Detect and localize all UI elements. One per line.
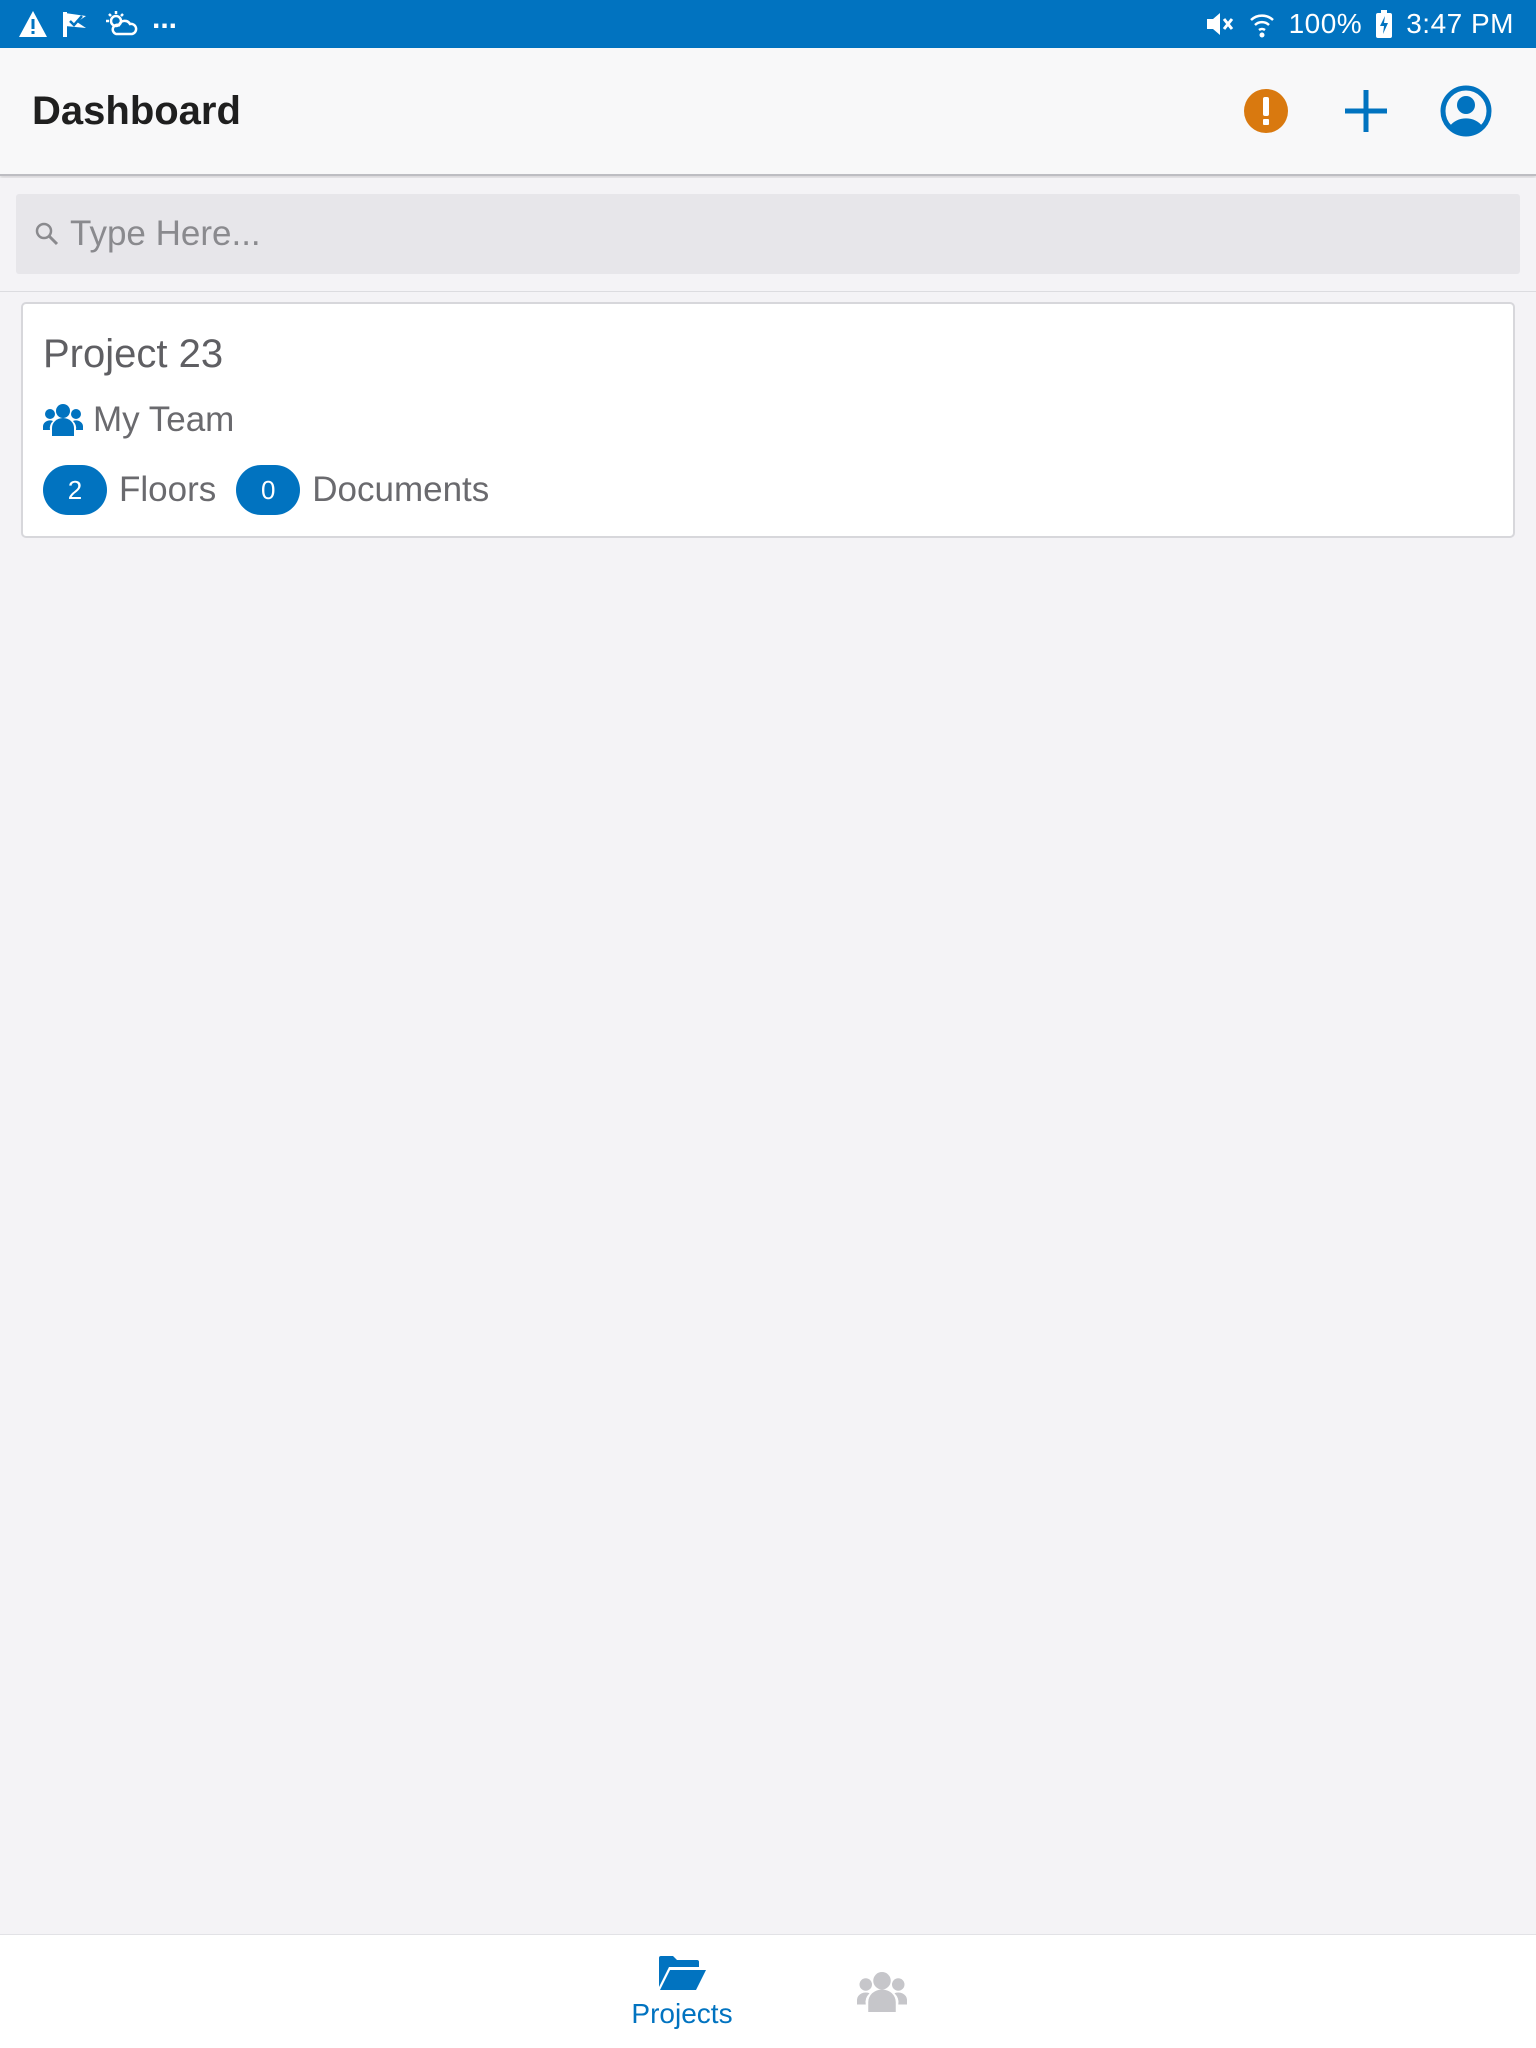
app-bar: Dashboard — [0, 48, 1536, 176]
status-bar-right: 100% 3:47 PM — [1205, 0, 1514, 48]
weather-icon — [104, 0, 138, 48]
documents-label: Documents — [312, 470, 490, 509]
alert-icon — [1244, 89, 1288, 133]
search-icon — [35, 222, 59, 246]
bottom-tab-bar: Projects — [0, 1934, 1536, 2048]
mute-icon — [1205, 0, 1235, 48]
wifi-icon — [1249, 0, 1275, 48]
battery-percent: 100% — [1288, 8, 1363, 39]
tab-projects[interactable]: Projects — [602, 1935, 762, 2048]
floors-label: Floors — [119, 470, 217, 509]
documents-count-badge: 0 — [236, 465, 301, 515]
status-overflow: ... — [152, 2, 178, 35]
check-flag-icon — [62, 0, 90, 48]
status-bar: ... 100% 3:47 PM — [0, 0, 1536, 48]
project-team: My Team — [43, 396, 1493, 444]
search-input[interactable] — [60, 204, 1520, 264]
project-card[interactable]: Project 23 My Team 2 Floors 0 Documents — [21, 302, 1515, 538]
add-icon — [1345, 90, 1387, 132]
floors-count-badge: 2 — [43, 465, 107, 515]
status-bar-left: ... — [18, 0, 177, 48]
warning-icon — [18, 0, 48, 48]
search-bar — [0, 178, 1536, 292]
tab-projects-label: Projects — [631, 1998, 733, 2029]
account-button[interactable] — [1416, 61, 1516, 161]
project-name: Project 23 — [43, 332, 224, 376]
team-icon — [43, 404, 83, 436]
battery-charging-icon — [1376, 0, 1393, 48]
status-time: 3:47 PM — [1406, 8, 1514, 39]
dashboard-screen: ... 100% 3:47 PM Dashboard Type Here... … — [0, 0, 1536, 2048]
folder-open-icon — [659, 1956, 706, 1990]
tab-team[interactable] — [802, 1935, 962, 2048]
add-project-button[interactable] — [1316, 61, 1416, 161]
account-icon — [1440, 85, 1492, 137]
project-stats: 2 Floors 0 Documents — [43, 464, 1493, 516]
search-box[interactable] — [16, 194, 1520, 274]
alert-button[interactable] — [1216, 61, 1316, 161]
page-title: Dashboard — [32, 88, 241, 133]
team-name: My Team — [93, 400, 235, 439]
app-bar-actions — [1216, 61, 1516, 161]
team-icon — [857, 1972, 907, 2012]
